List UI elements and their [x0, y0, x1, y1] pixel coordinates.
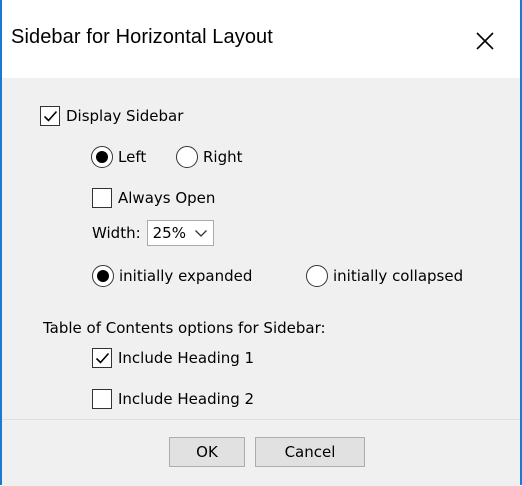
always-open-label: Always Open: [118, 189, 216, 207]
toc-heading: Table of Contents options for Sidebar:: [43, 319, 326, 337]
radio-right[interactable]: [176, 146, 198, 168]
dialog-title: Sidebar for Horizontal Layout: [11, 26, 273, 48]
always-open-option[interactable]: Always Open: [92, 188, 215, 208]
radio-initially-collapsed[interactable]: [306, 265, 328, 287]
include-heading-1-option[interactable]: Include Heading 1: [92, 348, 254, 368]
display-sidebar-option[interactable]: Display Sidebar: [40, 106, 183, 126]
radio-left-label: Left: [118, 148, 147, 166]
width-label: Width:: [92, 224, 141, 242]
position-left-option[interactable]: Left: [91, 146, 146, 168]
dialog-content: Display Sidebar Left Right Always Open W…: [2, 78, 520, 419]
initially-collapsed-option[interactable]: initially collapsed: [306, 265, 463, 287]
cancel-button[interactable]: Cancel: [255, 437, 365, 467]
radio-right-label: Right: [203, 148, 243, 166]
include-heading-2-option[interactable]: Include Heading 2: [92, 389, 254, 409]
position-right-option[interactable]: Right: [176, 146, 243, 168]
dialog-window: Sidebar for Horizontal Layout Display Si…: [0, 0, 522, 486]
radio-initially-expanded[interactable]: [92, 265, 114, 287]
display-sidebar-label: Display Sidebar: [66, 107, 184, 125]
width-select[interactable]: 25%: [146, 220, 214, 246]
initially-collapsed-label: initially collapsed: [333, 267, 464, 285]
close-icon[interactable]: [472, 28, 498, 54]
ok-button[interactable]: OK: [169, 437, 245, 467]
initially-expanded-option[interactable]: initially expanded: [92, 265, 252, 287]
display-sidebar-checkbox[interactable]: [40, 106, 60, 126]
include-heading-2-label: Include Heading 2: [118, 390, 255, 408]
radio-left[interactable]: [91, 146, 113, 168]
include-heading-1-checkbox[interactable]: [92, 348, 112, 368]
chevron-down-icon: [194, 224, 208, 242]
title-bar: Sidebar for Horizontal Layout: [2, 0, 520, 78]
include-heading-1-label: Include Heading 1: [118, 349, 255, 367]
dialog-footer: OK Cancel: [2, 419, 520, 486]
include-heading-2-checkbox[interactable]: [92, 389, 112, 409]
initially-expanded-label: initially expanded: [119, 267, 253, 285]
always-open-checkbox[interactable]: [92, 188, 112, 208]
width-value: 25%: [152, 224, 186, 242]
width-row: Width: 25%: [92, 220, 214, 246]
